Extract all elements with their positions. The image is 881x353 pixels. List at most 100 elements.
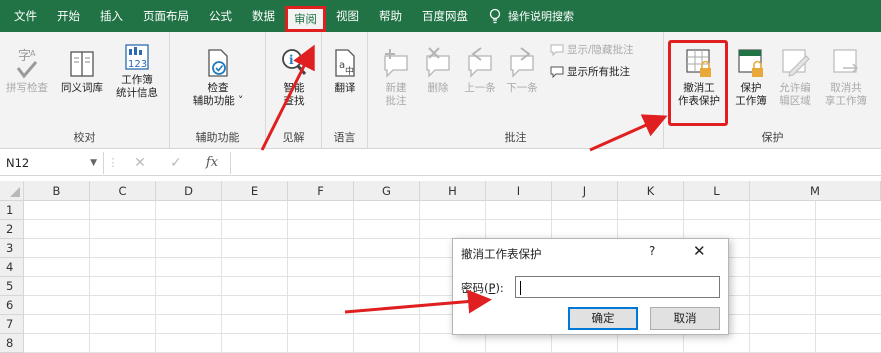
new-comment-label-2: 批注 bbox=[385, 95, 407, 107]
tab-baidu-netdisk[interactable]: 百度网盘 bbox=[412, 0, 478, 32]
tab-help[interactable]: 帮助 bbox=[369, 0, 412, 32]
delete-comment-icon bbox=[426, 47, 450, 78]
cancel-icon[interactable]: ✕ bbox=[122, 155, 158, 171]
tab-page-layout[interactable]: 页面布局 bbox=[133, 0, 199, 32]
check-accessibility-label-1: 检查 bbox=[207, 82, 229, 94]
next-comment-button[interactable]: 下一条 bbox=[502, 46, 542, 95]
svg-text:i: i bbox=[289, 53, 294, 67]
password-input[interactable] bbox=[515, 276, 720, 298]
column-header[interactable]: E bbox=[222, 181, 288, 201]
unshare-workbook-button[interactable]: 取消共 享工作簿 bbox=[818, 46, 874, 108]
group-comments: 新建 批注 删除 上一条 下一条 显示/隐藏批注 显示所有批注 批注 bbox=[368, 32, 664, 149]
previous-comment-button[interactable]: 上一条 bbox=[460, 46, 500, 95]
check-icon[interactable]: ✓ bbox=[158, 155, 194, 171]
tell-me-search[interactable]: 操作说明搜索 bbox=[478, 8, 574, 24]
row-header[interactable]: 4 bbox=[0, 258, 24, 277]
group-insights: i 智能 查找 见解 bbox=[266, 32, 322, 149]
next-comment-icon bbox=[510, 47, 534, 78]
column-header[interactable]: H bbox=[420, 181, 486, 201]
column-header[interactable]: G bbox=[354, 181, 420, 201]
delete-comment-label: 删除 bbox=[427, 82, 449, 94]
check-accessibility-button[interactable]: 检查 辅助功能 ˅ bbox=[180, 46, 256, 108]
group-proofing: 字 A 拼写检查 同义词库 123 工作簿 统计信息 校对 bbox=[0, 32, 170, 149]
previous-comment-icon bbox=[468, 47, 492, 78]
column-header[interactable]: L bbox=[684, 181, 750, 201]
column-header[interactable]: I bbox=[486, 181, 552, 201]
gridline-horizontal bbox=[24, 219, 881, 220]
new-comment-button[interactable]: 新建 批注 bbox=[376, 46, 416, 108]
group-label-protect: 保护 bbox=[761, 131, 784, 144]
show-hide-comment-button[interactable]: 显示/隐藏批注 bbox=[550, 42, 634, 57]
close-icon[interactable]: ✕ bbox=[693, 242, 706, 260]
translate-label: 翻译 bbox=[334, 82, 356, 94]
show-all-comments-label: 显示所有批注 bbox=[567, 66, 630, 78]
formula-bar-grip: ⋮ bbox=[107, 156, 119, 169]
group-language: a 中 翻译 语言 bbox=[322, 32, 368, 149]
unshare-workbook-icon bbox=[833, 49, 859, 73]
column-header[interactable]: K bbox=[618, 181, 684, 201]
protect-workbook-label-2: 工作簿 bbox=[735, 95, 767, 107]
svg-text:A: A bbox=[30, 49, 36, 58]
gridline-vertical bbox=[221, 201, 222, 353]
tab-review[interactable]: 审阅 bbox=[285, 6, 326, 32]
select-all-corner[interactable] bbox=[0, 181, 24, 201]
cancel-button[interactable]: 取消 bbox=[650, 307, 720, 330]
row-header[interactable]: 6 bbox=[0, 296, 24, 315]
tab-data[interactable]: 数据 bbox=[242, 0, 285, 32]
lightbulb-icon bbox=[489, 8, 501, 24]
svg-text:中: 中 bbox=[345, 65, 354, 77]
name-box[interactable]: N12 ▼ bbox=[0, 151, 104, 174]
allow-edit-ranges-icon bbox=[782, 49, 810, 77]
tab-view[interactable]: 视图 bbox=[326, 0, 369, 32]
formula-bar: N12 ▼ ⋮ ✕ ✓ fx bbox=[0, 150, 881, 176]
unshare-workbook-label-2: 享工作簿 bbox=[825, 95, 867, 107]
search-label: 操作说明搜索 bbox=[508, 10, 574, 23]
protect-workbook-button[interactable]: 保护 工作簿 bbox=[730, 46, 772, 108]
unprotect-sheet-dialog: 撤消工作表保护 ? ✕ 密码(P): 确定 取消 bbox=[452, 238, 729, 335]
tab-file[interactable]: 文件 bbox=[0, 0, 47, 32]
thesaurus-label: 同义词库 bbox=[61, 82, 103, 94]
workbook-statistics-button[interactable]: 123 工作簿 统计信息 bbox=[110, 42, 164, 100]
spell-check-icon: 字 A bbox=[16, 49, 38, 79]
formula-input[interactable] bbox=[230, 151, 881, 174]
row-header[interactable]: 2 bbox=[0, 220, 24, 239]
worksheet-grid[interactable]: ABCDEFGHIJKLM 12345678 bbox=[0, 181, 881, 353]
tab-formulas[interactable]: 公式 bbox=[199, 0, 242, 32]
column-header[interactable]: C bbox=[90, 181, 156, 201]
spell-check-label: 拼写检查 bbox=[6, 82, 48, 94]
book-icon bbox=[70, 51, 94, 77]
text-cursor bbox=[520, 280, 521, 295]
row-header[interactable]: 8 bbox=[0, 334, 24, 353]
row-header[interactable]: 5 bbox=[0, 277, 24, 296]
accessibility-check-icon bbox=[208, 49, 228, 77]
smart-lookup-label-1: 智能 bbox=[283, 82, 305, 94]
column-header[interactable]: M bbox=[750, 181, 881, 201]
allow-edit-ranges-button[interactable]: 允许编 辑区域 bbox=[772, 46, 818, 108]
delete-comment-button[interactable]: 删除 bbox=[420, 46, 456, 95]
spell-check-button[interactable]: 字 A 拼写检查 bbox=[4, 46, 50, 95]
statistics-label-2: 统计信息 bbox=[116, 87, 158, 99]
insert-function-icon[interactable]: fx bbox=[194, 155, 230, 170]
translate-button[interactable]: a 中 翻译 bbox=[325, 46, 365, 95]
gridline-vertical bbox=[353, 201, 354, 353]
password-label: 密码(P): bbox=[461, 280, 504, 296]
row-header[interactable]: 7 bbox=[0, 315, 24, 334]
protect-workbook-icon bbox=[738, 49, 763, 77]
thesaurus-button[interactable]: 同义词库 bbox=[56, 46, 108, 95]
gridline-vertical bbox=[287, 201, 288, 353]
group-label-proofing: 校对 bbox=[73, 131, 96, 144]
group-label-accessibility: 辅助功能 bbox=[195, 131, 240, 144]
tab-home[interactable]: 开始 bbox=[47, 0, 90, 32]
row-header[interactable]: 3 bbox=[0, 239, 24, 258]
column-header[interactable]: J bbox=[552, 181, 618, 201]
column-header[interactable]: F bbox=[288, 181, 354, 201]
smart-lookup-button[interactable]: i 智能 查找 bbox=[270, 46, 318, 108]
row-header[interactable]: 1 bbox=[0, 201, 24, 220]
column-header[interactable]: D bbox=[156, 181, 222, 201]
column-header[interactable]: B bbox=[24, 181, 90, 201]
tab-insert[interactable]: 插入 bbox=[90, 0, 133, 32]
help-icon[interactable]: ? bbox=[649, 244, 655, 258]
ribbon: 字 A 拼写检查 同义词库 123 工作簿 统计信息 校对 检查 辅助功能 ˅ … bbox=[0, 32, 881, 149]
show-all-comments-button[interactable]: 显示所有批注 bbox=[550, 64, 630, 79]
ok-button[interactable]: 确定 bbox=[568, 307, 638, 330]
